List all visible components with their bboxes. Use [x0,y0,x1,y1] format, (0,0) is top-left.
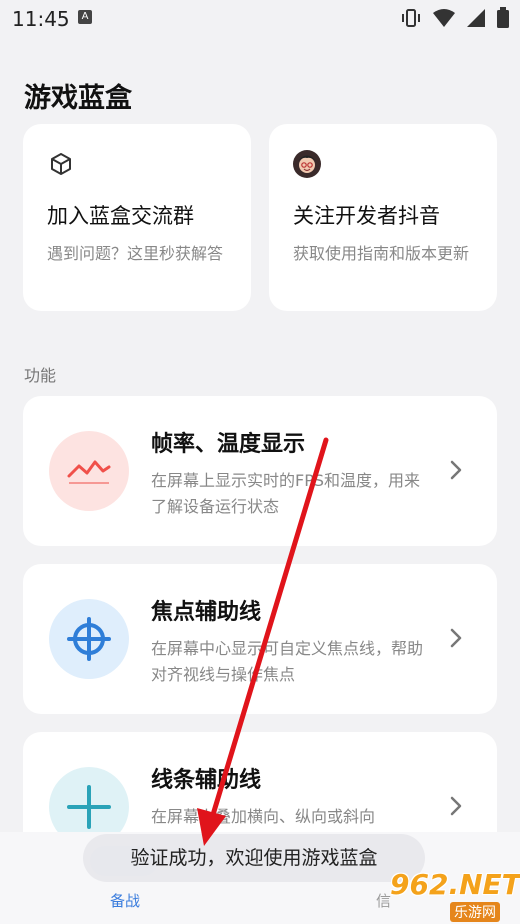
status-bar: 11:45 A [0,0,520,36]
notification-icon: A [78,10,92,24]
fps-chart-icon-wrap [49,431,129,511]
follow-developer-title: 关注开发者抖音 [293,204,440,228]
line-guide-title: 线条辅助线 [151,768,262,793]
crosshair-icon-wrap [49,599,129,679]
follow-developer-card[interactable]: 关注开发者抖音 获取使用指南和版本更新 [269,124,497,311]
page-title: 游戏蓝盒 [24,83,132,114]
status-icons [400,6,510,30]
tab-prepare[interactable]: 备战 [110,890,140,911]
join-group-subtitle: 遇到问题？这里秒获解答 [47,244,224,263]
fps-temperature-title: 帧率、温度显示 [151,432,306,457]
site-watermark: 962.NET 乐游网 [384,868,520,922]
follow-developer-subtitle: 获取使用指南和版本更新 [293,244,470,263]
focus-guide-title: 焦点辅助线 [151,600,262,625]
chevron-right-icon [450,628,462,648]
battery-icon [497,7,509,28]
line-guide-description: 在屏幕上叠加横向、纵向或斜向 [151,807,376,826]
fps-temperature-card[interactable]: 帧率、温度显示 在屏幕上显示实时的FPS和温度，用来了解设备运行状态 [23,396,497,546]
section-label: 功能 [24,366,57,385]
focus-guide-description: 在屏幕中心显示可自定义焦点线，帮助对齐视线与操作焦点 [151,639,424,684]
cube-icon [51,153,71,175]
watermark-main: 962.NET [390,868,520,901]
crosshair-icon [67,617,111,661]
status-time: 11:45 [12,7,70,31]
chevron-right-icon [450,460,462,480]
vibrate-icon [402,9,420,27]
focus-guide-card[interactable]: 焦点辅助线 在屏幕中心显示可自定义焦点线，帮助对齐视线与操作焦点 [23,564,497,714]
fps-chart-icon [67,460,111,484]
developer-avatar [293,150,321,178]
join-group-title: 加入蓝盒交流群 [47,204,194,228]
wifi-icon [433,9,455,27]
chevron-right-icon [450,796,462,816]
plus-lines-icon [67,785,111,829]
fps-temperature-description: 在屏幕上显示实时的FPS和温度，用来了解设备运行状态 [151,471,421,516]
signal-icon [467,9,485,27]
watermark-sub: 乐游网 [450,902,500,922]
toast-message: 验证成功，欢迎使用游戏蓝盒 [83,834,425,882]
join-group-card[interactable]: 加入蓝盒交流群 遇到问题？这里秒获解答 [23,124,251,311]
